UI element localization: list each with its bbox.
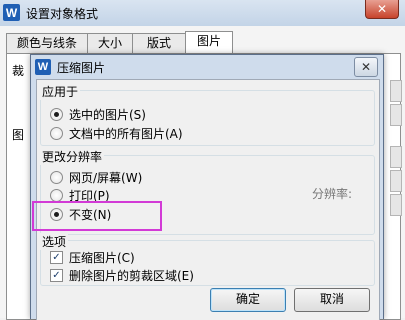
ok-button[interactable]: 确定: [210, 288, 286, 312]
wps-app-icon: W: [35, 59, 51, 75]
dialog-title: 压缩图片: [57, 61, 106, 75]
checkmark-icon: ✓: [50, 250, 63, 264]
background-image-label: 图: [12, 128, 25, 142]
radio-indicator: [50, 107, 63, 121]
radio-indicator: [50, 126, 63, 140]
apply-all-label: 文档中的所有图片(A): [69, 126, 183, 141]
dialog-client-area: 应用于 选中的图片(S) 文档中的所有图片(A) 更改分辨率 网页/屏幕(W) …: [36, 79, 380, 320]
tab-colors-lines[interactable]: 颜色与线条: [6, 33, 88, 54]
compress-pictures-dialog: W 压缩图片 ✕ 应用于 选中的图片(S) 文档中的所有图片(A) 更改分辨率 …: [30, 54, 384, 320]
background-field-edge: [390, 80, 402, 102]
dialog-close-button[interactable]: ✕: [354, 57, 378, 77]
delete-crop-area-label: 删除图片的剪裁区域(E): [69, 268, 194, 283]
options-label: 选项: [40, 233, 69, 250]
tab-layout[interactable]: 版式: [132, 33, 186, 54]
tab-picture[interactable]: 图片: [185, 31, 233, 55]
background-field-edge: [390, 146, 402, 168]
delete-crop-area-checkbox[interactable]: ✓ 删除图片的剪裁区域(E): [50, 267, 194, 283]
background-title-bar: W 设置对象格式 ✕: [0, 0, 405, 26]
resolution-web-label: 网页/屏幕(W): [69, 170, 143, 185]
highlight-annotation: [32, 201, 162, 231]
resolution-web-radio[interactable]: 网页/屏幕(W): [50, 169, 142, 185]
compress-pictures-label: 压缩图片(C): [69, 250, 135, 265]
apply-selected-radio[interactable]: 选中的图片(S): [50, 106, 146, 122]
cancel-button[interactable]: 取消: [294, 288, 370, 312]
tab-size[interactable]: 大小: [87, 33, 133, 54]
wps-app-icon: W: [3, 4, 20, 21]
resolution-value-label: 分辨率:: [312, 187, 353, 201]
apply-to-label: 应用于: [40, 83, 81, 100]
background-window-title: 设置对象格式: [26, 7, 99, 21]
change-resolution-label: 更改分辨率: [40, 148, 105, 165]
background-field-edge: [390, 104, 402, 126]
apply-selected-label: 选中的图片(S): [69, 107, 146, 122]
radio-indicator: [50, 170, 63, 184]
checkmark-icon: ✓: [50, 268, 63, 282]
dialog-title-bar: W 压缩图片 ✕: [31, 55, 383, 79]
background-field-edge: [390, 194, 402, 216]
radio-indicator: [50, 188, 63, 202]
compress-pictures-checkbox[interactable]: ✓ 压缩图片(C): [50, 249, 135, 265]
background-field-edge: [390, 170, 402, 192]
background-close-button[interactable]: ✕: [365, 0, 399, 19]
background-crop-label: 裁: [12, 64, 25, 78]
apply-all-radio[interactable]: 文档中的所有图片(A): [50, 125, 183, 141]
